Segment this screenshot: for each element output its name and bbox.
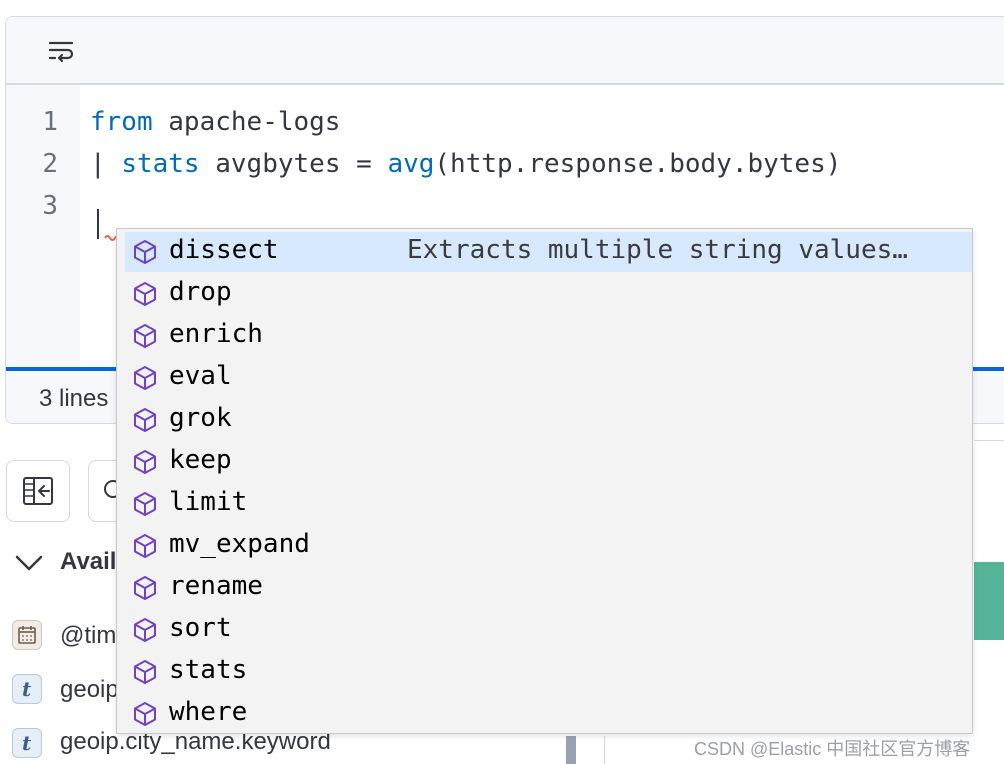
suggestion-item-enrich[interactable]: enrich (125, 316, 972, 356)
suggestion-label: dissect (169, 235, 279, 265)
divider (974, 440, 1004, 441)
suggestion-label: sort (169, 613, 232, 643)
toggle-sidebar-button[interactable] (6, 460, 70, 522)
index-name: apache-logs (152, 107, 341, 137)
keyword-stats: stats (121, 149, 200, 179)
code-line-2[interactable]: | stats avgbytes = avg(http.response.bod… (90, 149, 841, 179)
line-number: 2 (42, 149, 58, 179)
line-count: 3 lines (39, 385, 109, 412)
command-cube-icon (131, 364, 159, 392)
divider (604, 736, 605, 764)
collapse-panel-icon (23, 477, 53, 505)
suggestion-label: drop (169, 277, 232, 307)
suggestion-label: mv_expand (169, 529, 310, 559)
suggestion-item-keep[interactable]: keep (125, 442, 972, 482)
suggestion-item-rename[interactable]: rename (125, 568, 972, 608)
command-cube-icon (131, 406, 159, 434)
command-cube-icon (131, 700, 159, 728)
text-type-icon: t (12, 728, 42, 758)
suggestion-item-mv-expand[interactable]: mv_expand (125, 526, 972, 566)
suggestion-label: enrich (169, 319, 263, 349)
assignment: avgbytes = (199, 149, 388, 179)
calendar-icon (12, 620, 42, 650)
suggestion-item-drop[interactable]: drop (125, 274, 972, 314)
suggestion-item-sort[interactable]: sort (125, 610, 972, 650)
suggestion-label: grok (169, 403, 232, 433)
suggestion-item-stats[interactable]: stats (125, 652, 972, 692)
line-number: 3 (42, 191, 58, 221)
command-cube-icon (131, 238, 159, 266)
function-args: (http.response.body.bytes) (434, 149, 842, 179)
suggestion-item-where[interactable]: where (125, 694, 972, 734)
chevron-down-icon[interactable] (14, 552, 44, 574)
editor-toolbar (6, 17, 1004, 85)
suggestion-item-dissect[interactable]: dissect Extracts multiple string values… (125, 232, 972, 272)
code-line-1[interactable]: from apache-logs (90, 107, 340, 137)
suggestion-label: stats (169, 655, 248, 685)
field-name[interactable]: geoip (60, 676, 119, 704)
command-cube-icon (131, 616, 159, 644)
suggestion-item-eval[interactable]: eval (125, 358, 972, 398)
suggestion-item-limit[interactable]: limit (125, 484, 972, 524)
command-cube-icon (131, 322, 159, 350)
suggestion-detail: Extracts multiple string values… (407, 235, 908, 265)
text-type-icon: t (12, 674, 42, 704)
suggestion-label: keep (169, 445, 232, 475)
available-fields-heading[interactable]: Avail (60, 548, 116, 576)
suggestion-label: limit (169, 487, 248, 517)
text-cursor (97, 209, 99, 239)
watermark: CSDN @Elastic 中国社区官方博客 (694, 739, 971, 759)
command-cube-icon (131, 658, 159, 686)
keyword-from: from (90, 107, 153, 137)
suggestion-item-grok[interactable]: grok (125, 400, 972, 440)
command-cube-icon (131, 280, 159, 308)
suggestion-label: rename (169, 571, 263, 601)
function-avg: avg (387, 149, 435, 179)
chart-bar (974, 562, 1004, 640)
command-cube-icon (131, 490, 159, 518)
command-cube-icon (131, 448, 159, 476)
field-name[interactable]: @tim (60, 622, 116, 650)
pipe-token: | (90, 149, 122, 179)
word-wrap-icon[interactable] (46, 37, 76, 65)
command-cube-icon (131, 574, 159, 602)
autocomplete-popup: dissect Extracts multiple string values… d… (116, 228, 973, 734)
command-cube-icon (131, 532, 159, 560)
suggestion-label: where (169, 697, 248, 727)
suggestion-label: eval (169, 361, 232, 391)
line-number: 1 (42, 107, 58, 137)
scrollbar[interactable] (566, 736, 576, 764)
